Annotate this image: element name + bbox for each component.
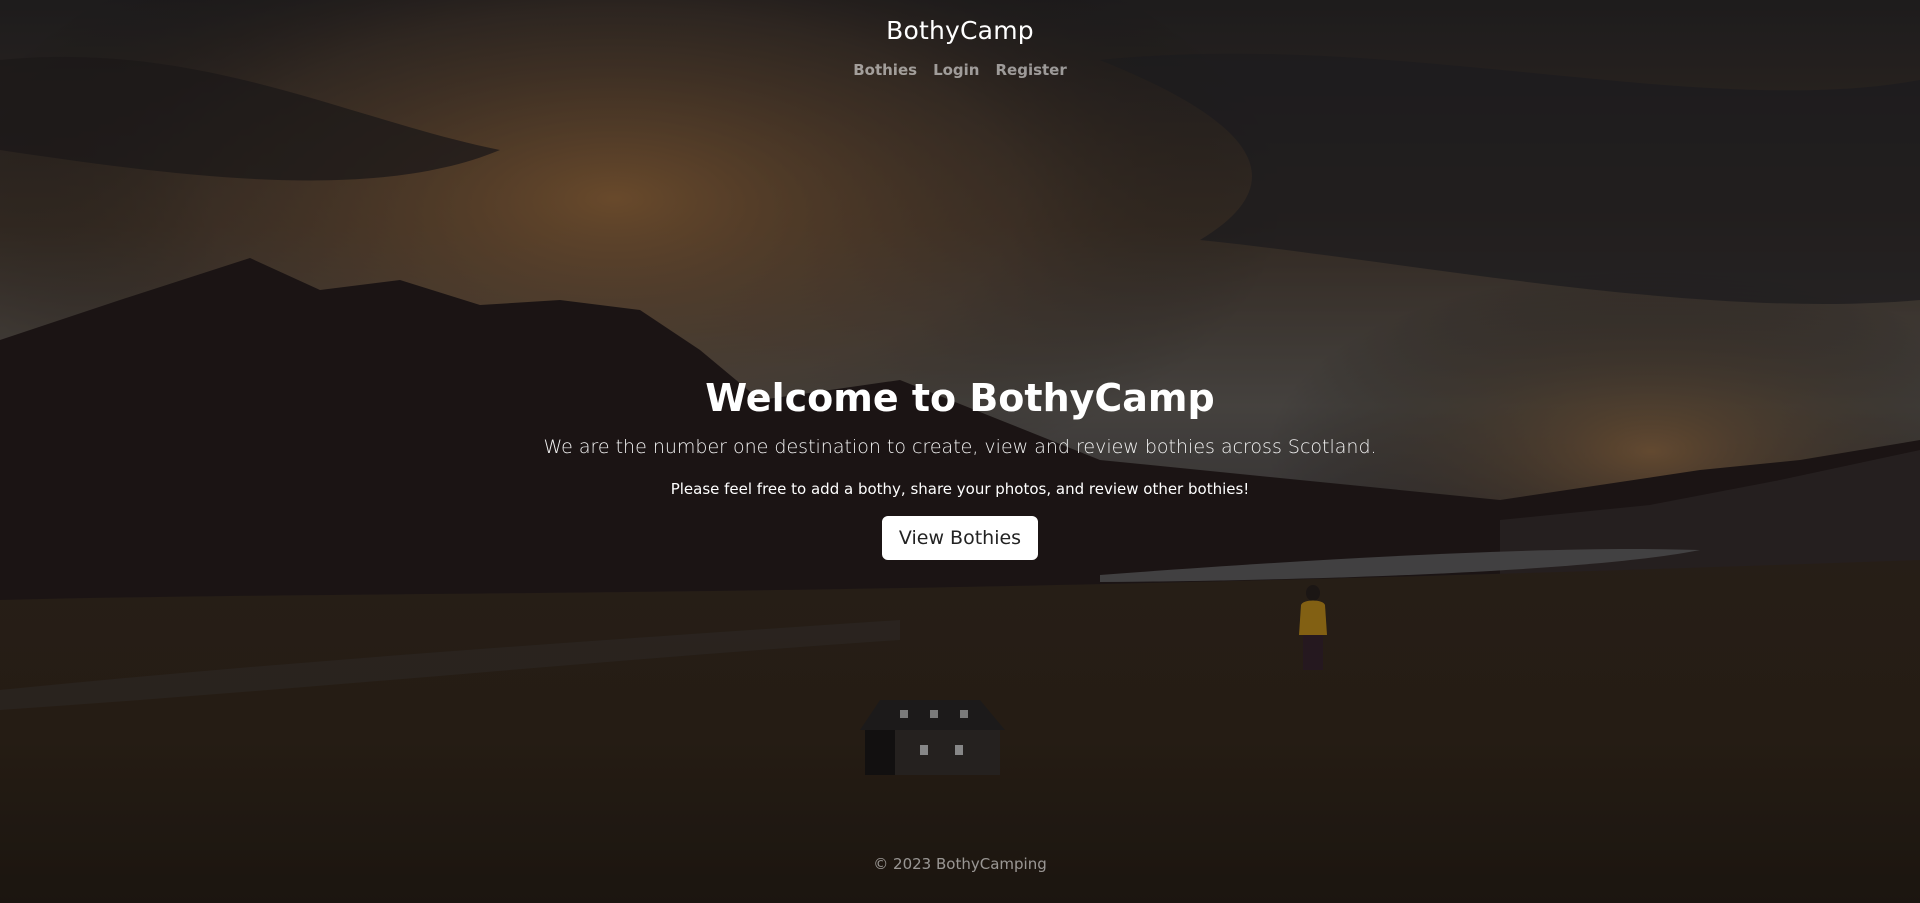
main-nav: Bothies Login Register bbox=[853, 61, 1067, 79]
page-content: BothyCamp Bothies Login Register Welcome… bbox=[0, 0, 1920, 903]
nav-link-login[interactable]: Login bbox=[933, 61, 979, 79]
view-bothies-button[interactable]: View Bothies bbox=[881, 516, 1039, 560]
hero-lead-text: We are the number one destination to cre… bbox=[543, 436, 1377, 458]
hero-sub-text: Please feel free to add a bothy, share y… bbox=[670, 480, 1250, 498]
hero-title: Welcome to BothyCamp bbox=[705, 376, 1215, 420]
site-footer: © 2023 BothyCamping bbox=[873, 855, 1047, 873]
site-header: BothyCamp Bothies Login Register bbox=[853, 16, 1067, 79]
site-brand[interactable]: BothyCamp bbox=[886, 16, 1034, 45]
nav-link-bothies[interactable]: Bothies bbox=[853, 61, 917, 79]
hero-section: Welcome to BothyCamp We are the number o… bbox=[0, 376, 1920, 560]
nav-link-register[interactable]: Register bbox=[995, 61, 1066, 79]
